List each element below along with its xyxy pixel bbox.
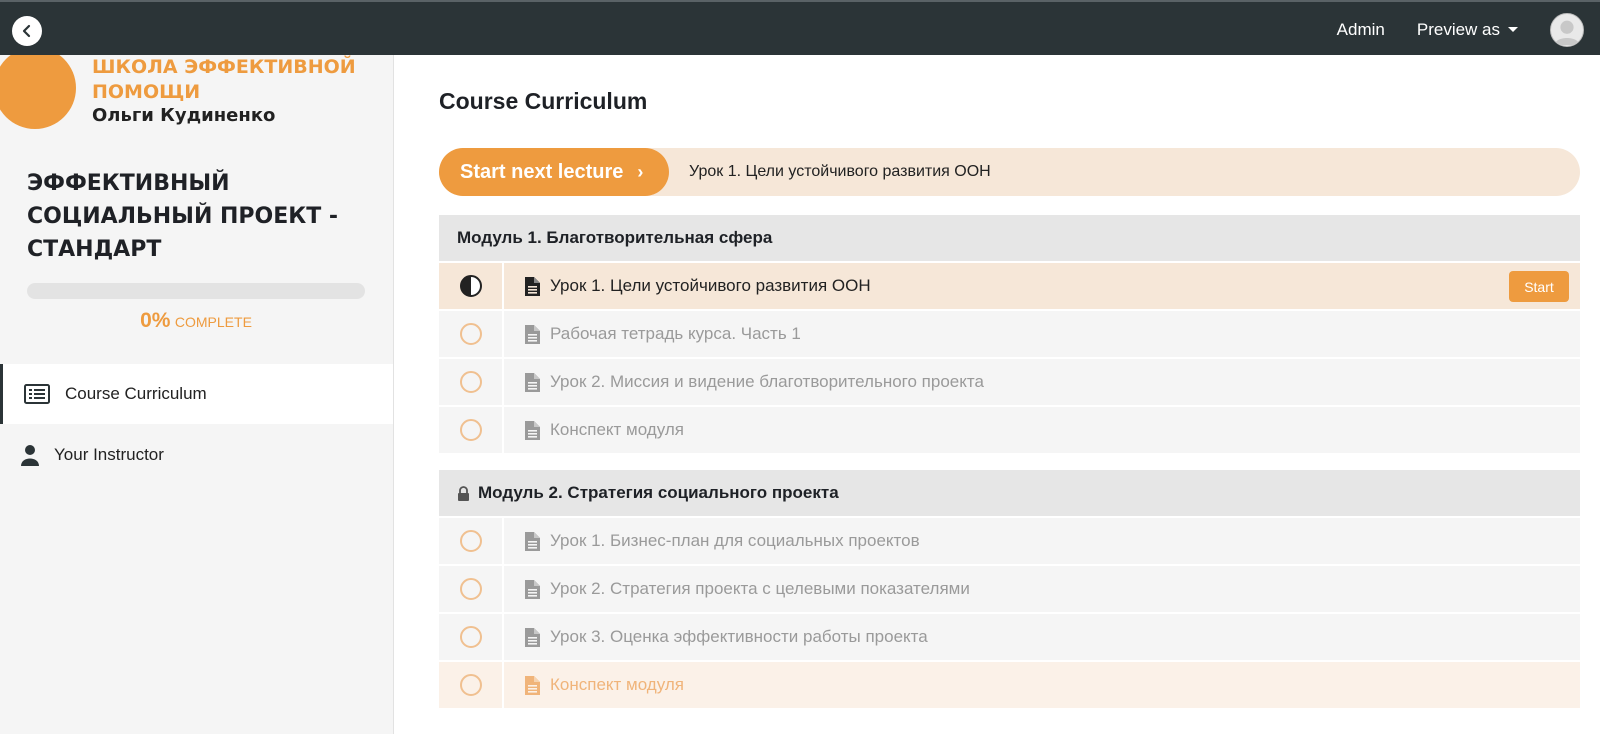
chevron-right-icon: › [637, 161, 644, 182]
top-bar: Admin Preview as [0, 0, 1600, 55]
main-content: Course Curriculum Start next lecture › У… [394, 55, 1600, 734]
progress-text: 0% COMPLETE [27, 309, 365, 333]
nav-item-your-instructor[interactable]: Your Instructor [0, 425, 393, 485]
school-logo-mark [0, 55, 76, 129]
progress-percent: 0% [140, 309, 171, 332]
empty-circle-icon [459, 419, 482, 441]
nav-item-label: Your Instructor [54, 445, 164, 464]
admin-link[interactable]: Admin [1337, 20, 1385, 40]
school-owner: Ольги Кудиненко [92, 105, 276, 126]
lecture-title: Урок 2. Миссия и видение благотворительн… [550, 372, 984, 391]
start-next-lecture-button[interactable]: Start next lecture › [439, 148, 669, 196]
lecture-title: Рабочая тетрадь курса. Часть 1 [550, 324, 801, 343]
start-lecture-button[interactable]: Start [1509, 271, 1569, 302]
nav-item-course-curriculum[interactable]: Course Curriculum [0, 364, 393, 424]
section-title: Модуль 2. Стратегия социального проекта [478, 483, 839, 502]
lecture-status [439, 662, 504, 708]
document-icon [524, 324, 540, 344]
lecture-title: Урок 3. Оценка эффективности работы прое… [550, 627, 928, 646]
next-lecture-title: Урок 1. Цели устойчивого развития ООН [689, 163, 991, 180]
half-circle-icon [459, 275, 482, 297]
lecture-title: Урок 1. Бизнес-план для социальных проек… [550, 531, 920, 550]
empty-circle-icon [459, 530, 482, 552]
section-title: Модуль 1. Благотворительная сфера [457, 228, 773, 247]
lecture-row[interactable]: Урок 2. Стратегия проекта с целевыми пок… [439, 564, 1580, 612]
preview-as-label: Preview as [1416, 19, 1500, 39]
lecture-row[interactable]: Урок 2. Миссия и видение благотворительн… [439, 357, 1580, 405]
progress-bar [27, 283, 365, 299]
next-lecture-bar: Start next lecture › Урок 1. Цели устойч… [439, 148, 1580, 196]
lecture-row[interactable]: Конспект модуля [439, 660, 1580, 708]
lecture-status [439, 263, 504, 309]
chevron-left-icon [22, 24, 31, 38]
lock-icon [457, 485, 470, 501]
document-icon [524, 627, 540, 647]
document-icon [524, 531, 540, 551]
user-icon [15, 443, 45, 467]
document-icon [524, 276, 540, 296]
preview-as-dropdown[interactable]: Preview as [1417, 20, 1518, 40]
empty-circle-icon [459, 578, 482, 600]
list-icon [22, 382, 52, 406]
avatar-icon [1554, 20, 1580, 45]
lecture-title: Урок 2. Стратегия проекта с целевыми пок… [550, 579, 970, 598]
lecture-status [439, 566, 504, 612]
lecture-status [439, 518, 504, 564]
empty-circle-icon [459, 323, 482, 345]
document-icon [524, 579, 540, 599]
lecture-row[interactable]: Урок 3. Оценка эффективности работы прое… [439, 612, 1580, 660]
lecture-status [439, 407, 504, 453]
caret-down-icon [1508, 27, 1518, 32]
lecture-row[interactable]: Рабочая тетрадь курса. Часть 1 [439, 309, 1580, 357]
lecture-row[interactable]: Урок 1. Цели устойчивого развития ООН St… [439, 261, 1580, 309]
curriculum-section: Модуль 1. Благотворительная сфера Урок 1… [439, 215, 1580, 453]
start-next-lecture-label: Start next lecture [460, 160, 624, 183]
section-header: Модуль 1. Благотворительная сфера [439, 215, 1580, 261]
lecture-status [439, 311, 504, 357]
lecture-title: Урок 1. Цели устойчивого развития ООН [550, 276, 871, 295]
lecture-status [439, 359, 504, 405]
curriculum-section: Модуль 2. Стратегия социального проекта … [439, 470, 1580, 708]
section-header: Модуль 2. Стратегия социального проекта [439, 470, 1580, 516]
sidebar: ШКОЛА ЭФФЕКТИВНОЙ ПОМОЩИ Ольги Кудиненко… [0, 55, 394, 734]
lecture-row[interactable]: Урок 1. Бизнес-план для социальных проек… [439, 516, 1580, 564]
empty-circle-icon [459, 626, 482, 648]
back-button[interactable] [12, 16, 42, 46]
page-title: Course Curriculum [439, 88, 648, 114]
lecture-row[interactable]: Конспект модуля [439, 405, 1580, 453]
nav-item-label: Course Curriculum [65, 384, 207, 403]
empty-circle-icon [459, 371, 482, 393]
course-title: ЭФФЕКТИВНЫЙ СОЦИАЛЬНЫЙ ПРОЕКТ - СТАНДАРТ [27, 171, 339, 262]
lecture-status [439, 614, 504, 660]
user-avatar[interactable] [1550, 12, 1584, 47]
empty-circle-icon [459, 674, 482, 696]
document-icon [524, 420, 540, 440]
lecture-title: Конспект модуля [550, 675, 684, 694]
document-icon [524, 372, 540, 392]
lecture-title: Конспект модуля [550, 420, 684, 439]
school-name: ШКОЛА ЭФФЕКТИВНОЙ ПОМОЩИ [92, 56, 356, 103]
progress-complete-label: COMPLETE [174, 314, 252, 330]
document-icon [524, 675, 540, 695]
